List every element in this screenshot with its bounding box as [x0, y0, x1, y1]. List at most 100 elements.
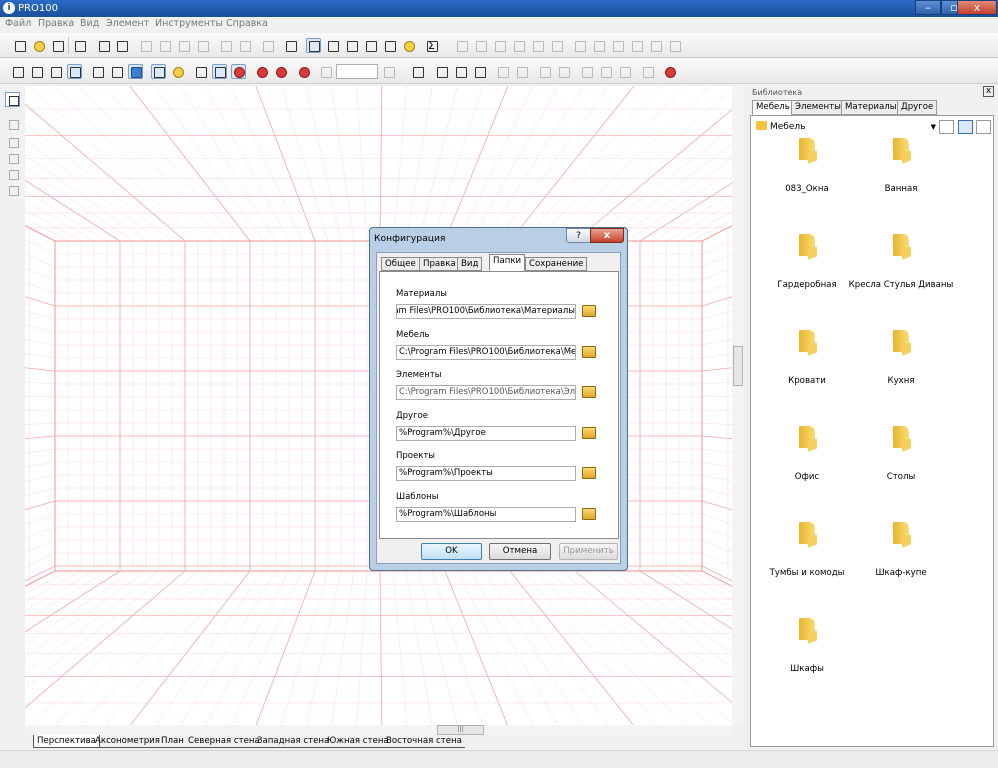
cube-view-1-icon[interactable] — [10, 64, 25, 79]
library-folder-item[interactable]: Кухня — [853, 330, 949, 400]
rotate-icon[interactable] — [648, 38, 663, 53]
move-cross-icon[interactable] — [598, 64, 613, 79]
floor-icon[interactable] — [434, 64, 449, 79]
render-icon[interactable] — [296, 64, 311, 79]
measure-tool-icon[interactable] — [5, 150, 20, 165]
library-folder-item[interactable]: Кресла Стулья Диваны — [849, 234, 953, 304]
view-mode-6-icon[interactable] — [401, 38, 416, 53]
projects-browse-icon[interactable] — [582, 467, 596, 479]
rect-tool-icon[interactable] — [5, 134, 20, 149]
cube-view-3-icon[interactable] — [48, 64, 63, 79]
list-view-icon[interactable] — [976, 120, 991, 134]
copy-icon[interactable] — [176, 38, 191, 53]
materials-path-input[interactable]: \Program Files\PRO100\Библиотека\Материа… — [396, 304, 576, 319]
dimension-icon[interactable] — [212, 64, 227, 79]
align-tool-icon[interactable] — [5, 166, 20, 181]
other-browse-icon[interactable] — [582, 427, 596, 439]
paste-icon[interactable] — [195, 38, 210, 53]
library-folder-item[interactable]: Шкафы — [759, 618, 855, 688]
redo-icon[interactable] — [237, 38, 252, 53]
group-icon[interactable] — [530, 38, 545, 53]
view-mode-2-icon[interactable] — [325, 38, 340, 53]
elements-path-input[interactable]: C:\Program Files\PRO100\Библиотека\Элеме… — [396, 385, 576, 400]
cube-view-6-icon[interactable] — [109, 64, 124, 79]
grid-snap-icon[interactable] — [410, 64, 425, 79]
elements-browse-icon[interactable] — [582, 386, 596, 398]
library-folder-item[interactable]: Столы — [853, 426, 949, 496]
ungroup-icon[interactable] — [549, 38, 564, 53]
dialog-tab-view[interactable]: Вид — [457, 257, 483, 271]
dialog-tab-folders[interactable]: Папки — [489, 254, 526, 271]
frame-2-icon[interactable] — [514, 64, 529, 79]
cut-x-icon[interactable] — [138, 38, 153, 53]
library-folder-select[interactable]: Мебель ▼ — [756, 120, 936, 134]
sum-icon[interactable]: Σ — [424, 38, 439, 53]
view-mode-5-icon[interactable] — [382, 38, 397, 53]
rotate-ccw-icon[interactable] — [579, 64, 594, 79]
zoom-tool-icon[interactable] — [5, 182, 20, 197]
cube-view-2-icon[interactable] — [29, 64, 44, 79]
menu-tools[interactable]: Инструменты — [155, 18, 223, 29]
mirror-icon[interactable] — [667, 38, 682, 53]
distribute-v-icon[interactable] — [591, 38, 606, 53]
pen-icon[interactable] — [472, 64, 487, 79]
furniture-path-input[interactable]: C:\Program Files\PRO100\Библиотека\Мебел… — [396, 345, 576, 360]
library-tab-other[interactable]: Другое — [897, 100, 938, 115]
align-bottom-icon[interactable] — [511, 38, 526, 53]
close-button[interactable]: x — [957, 0, 997, 15]
texture-icon[interactable] — [151, 64, 166, 79]
tab-axonometry[interactable]: Аксонометрия — [92, 735, 163, 748]
snap-icon[interactable] — [193, 64, 208, 79]
library-folder-item[interactable]: 083_Окна — [759, 138, 855, 208]
cancel-button[interactable]: Отмена — [489, 543, 551, 560]
projects-path-input[interactable]: %Program%\Проекты — [396, 466, 576, 481]
dialog-tab-saving[interactable]: Сохранение — [525, 257, 588, 271]
properties-icon[interactable] — [72, 38, 87, 53]
move-3d-icon[interactable] — [453, 64, 468, 79]
color-wheel-icon[interactable] — [273, 64, 288, 79]
library-folder-item[interactable]: Шкаф-купе — [853, 522, 949, 592]
other-path-input[interactable]: %Program%\Другое — [396, 426, 576, 441]
distribute-h-icon[interactable] — [572, 38, 587, 53]
tab-south-wall[interactable]: Южная стена — [324, 735, 392, 748]
view-mode-1-icon[interactable] — [306, 38, 321, 53]
tab-north-wall[interactable]: Северная стена — [185, 735, 263, 748]
library-tab-furniture[interactable]: Мебель — [752, 100, 794, 116]
horizontal-scroll-thumb[interactable]: ||| — [437, 725, 484, 735]
zoom-out-icon[interactable] — [381, 64, 396, 79]
menu-help[interactable]: Справка — [226, 18, 268, 29]
menu-element[interactable]: Элемент — [106, 18, 149, 29]
tab-west-wall[interactable]: Западная стена — [254, 735, 333, 748]
library-tab-elements[interactable]: Элементы — [791, 100, 845, 115]
library-folder-item[interactable]: Гардеробная — [759, 234, 855, 304]
align-left-icon[interactable] — [454, 38, 469, 53]
cube-view-4-icon[interactable] — [67, 64, 82, 79]
horizontal-scrollbar[interactable]: ||| — [25, 725, 732, 735]
save-icon[interactable] — [50, 38, 65, 53]
large-icons-view-icon[interactable] — [958, 120, 973, 134]
select-tool-icon[interactable] — [5, 92, 20, 107]
materials-browse-icon[interactable] — [582, 305, 596, 317]
lock-icon[interactable] — [629, 38, 644, 53]
vertical-scrollbar[interactable] — [732, 86, 744, 725]
view-mode-3-icon[interactable] — [344, 38, 359, 53]
library-folder-item[interactable]: Ванная — [853, 138, 949, 208]
grid-icon[interactable] — [231, 64, 246, 79]
size-icon[interactable] — [610, 38, 625, 53]
align-top-icon[interactable] — [492, 38, 507, 53]
corner-icon[interactable] — [640, 64, 655, 79]
library-close-button[interactable]: x — [983, 86, 994, 97]
cube-view-5-icon[interactable] — [90, 64, 105, 79]
pin-2-icon[interactable] — [556, 64, 571, 79]
minimize-button[interactable]: – — [915, 0, 941, 15]
light-bulb-icon[interactable] — [170, 64, 185, 79]
info-icon[interactable] — [283, 38, 298, 53]
menu-file[interactable]: Файл — [5, 18, 31, 29]
export-icon[interactable] — [260, 38, 275, 53]
templates-browse-icon[interactable] — [582, 508, 596, 520]
library-folder-item[interactable]: Тумбы и комоды — [759, 522, 855, 592]
library-folder-item[interactable]: Офис — [759, 426, 855, 496]
magnet-icon[interactable] — [254, 64, 269, 79]
up-folder-icon[interactable] — [939, 120, 954, 134]
cube-solid-icon[interactable] — [128, 64, 143, 79]
